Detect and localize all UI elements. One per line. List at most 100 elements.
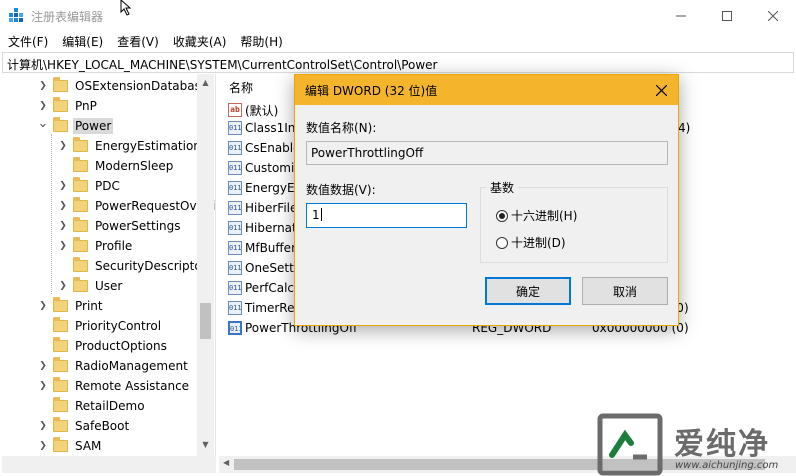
radio-dec-label: 十进制(D) — [511, 236, 566, 250]
folder-icon — [73, 177, 88, 192]
radio-decimal[interactable]: 十进制(D) — [496, 234, 566, 251]
tree-item-productoptions[interactable]: ProductOptions — [38, 336, 169, 356]
expand-chevron-icon[interactable]: ❯ — [38, 376, 48, 396]
column-header-name[interactable]: 名称 — [229, 79, 253, 96]
tree-item-energyestimation[interactable]: ❯ EnergyEstimation — [58, 136, 203, 156]
minimize-icon — [676, 15, 686, 16]
expand-chevron-icon[interactable]: ❯ — [58, 176, 68, 196]
folder-icon — [53, 337, 68, 352]
tree-item-radiomanagement[interactable]: ❯ RadioManagement — [38, 356, 190, 376]
tree-scrollbar[interactable] — [197, 74, 214, 470]
address-bar[interactable]: 计算机\HKEY_LOCAL_MACHINE\SYSTEM\CurrentCon… — [2, 52, 794, 73]
dword-value-icon: 011 — [228, 281, 242, 295]
close-icon — [655, 84, 667, 96]
watermark-logo: 爱纯净 www.aichunjing.com — [597, 413, 796, 476]
folder-icon — [73, 197, 88, 212]
expand-chevron-icon[interactable]: ❯ — [38, 296, 48, 316]
tree-item-label: Print — [75, 299, 103, 313]
expand-chevron-icon[interactable]: ❯ — [58, 236, 68, 256]
window-title: 注册表编辑器 — [31, 10, 104, 24]
tree-item-label: User — [95, 279, 123, 293]
menu-help[interactable]: 帮助(H) — [232, 31, 288, 51]
value-data-input[interactable]: 1 — [306, 203, 467, 228]
dialog-close-button[interactable] — [650, 79, 672, 101]
menu-file[interactable]: 文件(F) — [0, 31, 54, 51]
tree-item-osextensiondatabase[interactable]: ❯ OSExtensionDatabase — [38, 76, 210, 96]
menu-edit[interactable]: 编辑(E) — [54, 31, 109, 51]
expand-chevron-icon[interactable]: ❯ — [38, 76, 48, 96]
folder-icon — [73, 257, 88, 272]
tree-item-print[interactable]: ❯ Print — [38, 296, 105, 316]
value-data-text: 1 — [312, 208, 320, 222]
tree-connector-line — [51, 134, 52, 294]
maximize-button[interactable] — [704, 0, 750, 31]
expand-chevron-icon[interactable]: ❯ — [58, 276, 68, 296]
folder-icon — [73, 277, 88, 292]
tree-item-label: PowerSettings — [95, 219, 181, 233]
minimize-button[interactable] — [658, 0, 704, 31]
expand-chevron-icon[interactable]: ❯ — [38, 436, 48, 456]
dword-value-icon: 011 — [228, 241, 242, 255]
edit-dword-dialog: 编辑 DWORD (32 位)值 数值名称(N): PowerThrottlin… — [294, 74, 679, 326]
scroll-up-icon[interactable]: ▲ — [197, 74, 214, 91]
tree-item-label: RadioManagement — [75, 359, 188, 373]
tree-item-safeboot[interactable]: ❯ SafeBoot — [38, 416, 131, 436]
tree-item-remote-assistance[interactable]: ❯ Remote Assistance — [38, 376, 191, 396]
close-window-button[interactable] — [750, 0, 796, 31]
expand-chevron-icon[interactable]: ❯ — [58, 136, 68, 156]
folder-icon — [53, 397, 68, 412]
tree-item-label: PnP — [75, 99, 97, 113]
scroll-left-icon[interactable]: ◀ — [223, 458, 229, 467]
expand-chevron-icon[interactable]: ❯ — [38, 356, 48, 376]
dword-value-icon: 011 — [228, 301, 242, 315]
radio-hexadecimal[interactable]: 十六进制(H) — [496, 207, 577, 224]
tree-item-label: Remote Assistance — [75, 379, 190, 393]
menu-favorites[interactable]: 收藏夹(A) — [165, 31, 233, 51]
tree-scrollbar-thumb[interactable] — [200, 303, 211, 339]
dword-value-icon: 011 — [228, 121, 242, 135]
radio-hex-label: 十六进制(H) — [511, 209, 578, 223]
collapse-chevron-icon[interactable]: ⌄ — [38, 116, 49, 136]
menu-view[interactable]: 查看(V) — [109, 31, 165, 51]
tree-item-profile[interactable]: ❯ Profile — [58, 236, 134, 256]
tree-item-user[interactable]: ❯ User — [58, 276, 124, 296]
tree-item-label: SafeBoot — [75, 419, 130, 433]
expand-chevron-icon[interactable]: ❯ — [38, 96, 48, 116]
tree-item-sam[interactable]: ❯ SAM — [38, 436, 103, 456]
tree-bottom-bar — [2, 456, 216, 473]
tree-item-retaildemo[interactable]: RetailDemo — [38, 396, 147, 416]
scroll-down-icon[interactable]: ▼ — [197, 436, 214, 453]
tree-item-pdc[interactable]: ❯ PDC — [58, 176, 122, 196]
folder-icon — [53, 297, 68, 312]
folder-icon — [73, 217, 88, 232]
folder-icon — [53, 117, 68, 132]
folder-icon — [53, 417, 68, 432]
title-bar: 注册表编辑器 — [0, 0, 796, 31]
tree-item-securitydescriptors[interactable]: SecurityDescriptors — [58, 256, 215, 276]
radio-selected-icon[interactable] — [496, 209, 508, 222]
registry-editor-icon — [9, 8, 23, 22]
tree-item-powersettings[interactable]: ❯ PowerSettings — [58, 216, 183, 236]
tree-item-pnp[interactable]: ❯ PnP — [38, 96, 99, 116]
tree-pane[interactable]: ❯ OSExtensionDatabase ❯ PnP ⌄ Power ❯ EnergyEst… — [2, 74, 216, 470]
expand-chevron-icon[interactable]: ❯ — [58, 196, 68, 216]
cancel-button[interactable]: 取消 — [582, 277, 668, 305]
text-caret — [320, 208, 322, 221]
ok-button[interactable]: 确定 — [485, 277, 571, 305]
value-name-field: PowerThrottlingOff — [306, 141, 668, 165]
tree-item-power[interactable]: ⌄ Power — [38, 116, 114, 136]
tree-item-modernsleep[interactable]: ModernSleep — [58, 156, 175, 176]
dword-value-icon: 011 — [228, 221, 242, 235]
tree-item-prioritycontrol[interactable]: PriorityControl — [38, 316, 163, 336]
tree-item-powerrequestoverride[interactable]: ❯PowerRequestOverride — [58, 196, 215, 216]
radio-unselected-icon[interactable] — [496, 236, 508, 249]
dialog-title: 编辑 DWORD (32 位)值 — [305, 84, 438, 98]
folder-icon — [53, 317, 68, 332]
value-name: (默认) — [245, 103, 279, 118]
expand-chevron-icon[interactable]: ❯ — [38, 416, 48, 436]
expand-chevron-icon[interactable]: ❯ — [58, 216, 68, 236]
folder-icon — [73, 157, 88, 172]
